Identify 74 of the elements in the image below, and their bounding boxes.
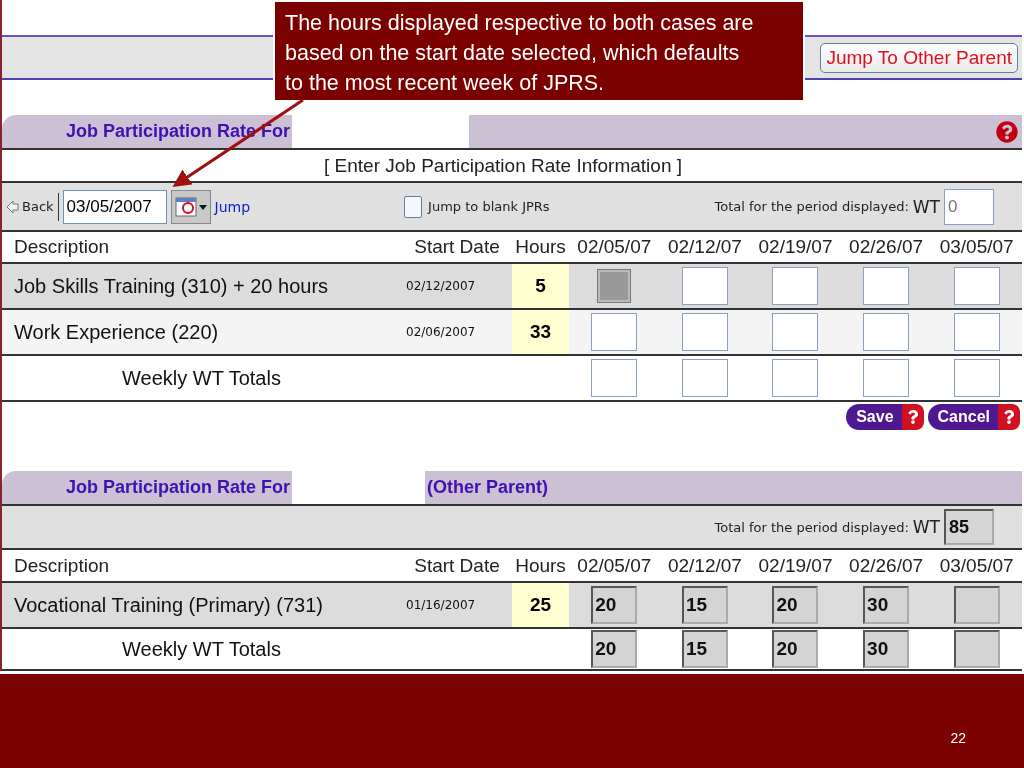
help-icon[interactable] <box>998 404 1020 430</box>
week-header: 02/05/07 <box>576 235 653 259</box>
form-caption: [ Enter Job Participation Rate Information ] <box>324 154 682 177</box>
week-header: 02/19/07 <box>757 553 834 578</box>
total-label: Total for the period displayed: <box>714 199 909 214</box>
column-header: Description <box>13 553 111 578</box>
activity-description: Work Experience (220) <box>13 319 220 345</box>
back-arrow-icon[interactable] <box>6 199 19 214</box>
page-number: 22 <box>950 730 966 746</box>
week-header: 02/26/07 <box>848 235 925 259</box>
total-field[interactable]: 0 <box>944 188 994 225</box>
hours-input[interactable]: 15 <box>681 630 728 668</box>
help-icon[interactable] <box>901 404 924 430</box>
hours-input[interactable] <box>681 359 728 397</box>
hours-value: 25 <box>512 583 569 627</box>
cancel-button[interactable]: Cancel <box>927 404 998 430</box>
hours-input[interactable]: 15 <box>681 586 728 624</box>
hours-input[interactable] <box>772 267 819 305</box>
hours-input[interactable] <box>681 313 728 351</box>
hours-input[interactable]: 20 <box>772 630 819 668</box>
jump-to-other-parent-button[interactable]: Jump To Other Parent <box>820 42 1018 73</box>
hours-input[interactable] <box>953 267 1000 305</box>
hours-input[interactable] <box>863 267 910 305</box>
start-date: 02/12/2007 <box>405 278 477 295</box>
checkbox-label: Jump to blank JPRs <box>428 199 550 214</box>
save-button[interactable]: Save <box>846 404 902 430</box>
total-field[interactable]: 85 <box>944 509 994 545</box>
section-title: Job Participation Rate For <box>65 477 290 498</box>
column-header: Hours <box>514 235 567 259</box>
week-header: 03/05/07 <box>938 553 1015 578</box>
hours-input[interactable] <box>863 313 910 351</box>
hours-input[interactable] <box>772 313 819 351</box>
totals-label: Weekly WT Totals <box>121 365 282 391</box>
column-header: Start Date <box>413 553 501 578</box>
section-subtitle: (Other Parent) <box>427 477 549 498</box>
hours-input[interactable] <box>772 359 819 397</box>
week-header: 02/12/07 <box>666 553 743 578</box>
activity-description: Job Skills Training (310) + 20 hours <box>13 273 330 299</box>
week-header: 02/05/07 <box>576 553 653 578</box>
hours-input[interactable]: 20 <box>591 586 638 624</box>
hours-input[interactable] <box>681 267 728 305</box>
hours-input[interactable]: 30 <box>863 586 910 624</box>
hours-input[interactable] <box>953 586 1000 624</box>
column-header: Hours <box>514 553 567 578</box>
callout-note: The hours displayed respective to both cases are based on the start date selected, which defaults to the most recent week of JPRS. <box>273 0 805 102</box>
calendar-button[interactable] <box>170 189 211 224</box>
checkbox[interactable] <box>404 195 423 218</box>
column-header: Description <box>13 235 111 259</box>
hours-value: 5 <box>512 264 569 308</box>
back-link[interactable]: Back <box>6 199 54 214</box>
start-date: 02/06/2007 <box>405 324 477 341</box>
hours-input[interactable] <box>953 630 1000 668</box>
activity-description: Vocational Training (Primary) (731) <box>13 592 324 618</box>
start-date-field[interactable]: 03/05/2007 <box>62 189 167 224</box>
jump-link[interactable]: Jump <box>214 198 251 215</box>
hours-input[interactable]: 20 <box>772 586 819 624</box>
hours-input[interactable]: 30 <box>863 630 910 668</box>
week-header: 02/26/07 <box>848 553 925 578</box>
hours-input[interactable] <box>953 313 1000 351</box>
hours-input[interactable] <box>591 359 638 397</box>
week-header: 02/19/07 <box>757 235 834 259</box>
week-header: 03/05/07 <box>938 235 1015 259</box>
start-date: 01/16/2007 <box>405 597 477 614</box>
total-unit: WT <box>912 517 940 537</box>
hours-value: 33 <box>512 310 569 354</box>
totals-label: Weekly WT Totals <box>121 636 282 662</box>
total-unit: WT <box>912 196 940 217</box>
hours-input[interactable] <box>591 313 638 351</box>
hours-input[interactable] <box>953 359 1000 397</box>
hours-input[interactable]: 20 <box>591 630 638 668</box>
hours-input[interactable] <box>863 359 910 397</box>
total-label: Total for the period displayed: <box>714 519 909 535</box>
column-header: Start Date <box>413 235 501 259</box>
week-header: 02/12/07 <box>666 235 743 259</box>
